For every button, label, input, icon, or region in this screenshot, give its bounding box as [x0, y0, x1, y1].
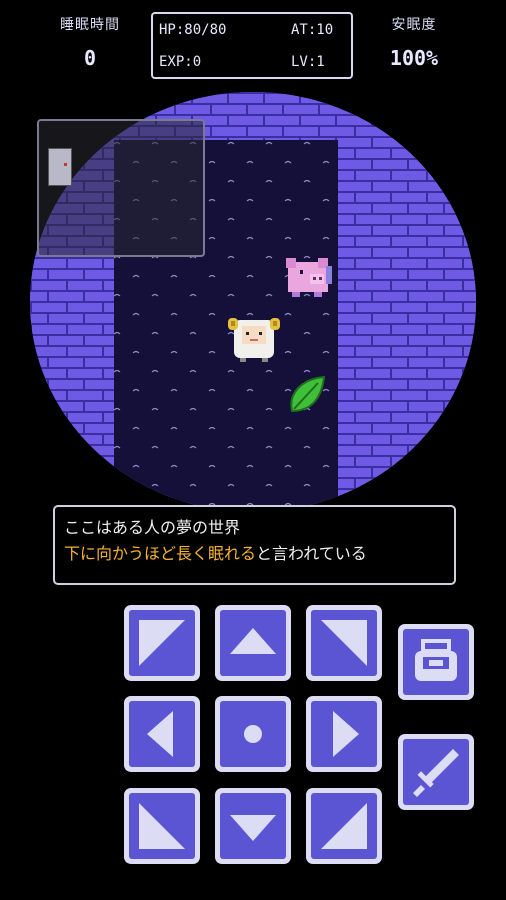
hp-stat: HP:80/80: [159, 22, 227, 38]
minimap: [37, 119, 205, 257]
arrow-up-left-icon: [139, 620, 185, 666]
message-line-2-rest: と言われている: [256, 544, 367, 563]
message-window: ここはある人の夢の世界 下に向かうほど長く眠れると言われている: [53, 505, 456, 585]
sword-icon: [413, 749, 459, 797]
message-highlight: 下に向かうほど長く眠れる: [64, 544, 257, 563]
attack-button[interactable]: [398, 734, 474, 810]
bag-icon: [415, 639, 457, 681]
sleep-time-display: 睡眠時間 0: [48, 14, 132, 70]
comfort-label: 安眠度: [391, 17, 437, 33]
move-up-left-button[interactable]: [124, 605, 200, 681]
sleep-time-label: 睡眠時間: [60, 17, 120, 33]
arrow-up-right-icon: [321, 620, 367, 666]
arrow-down-right-icon: [321, 803, 367, 849]
move-up-button[interactable]: [215, 605, 291, 681]
exp-stat: EXP:0: [159, 54, 202, 70]
comfort-value: 100%: [389, 46, 439, 70]
comfort-display: 安眠度 100%: [376, 14, 452, 70]
arrow-down-left-icon: [139, 803, 185, 849]
minimap-door-icon: [48, 148, 72, 186]
level-stat: LV:1: [291, 54, 325, 70]
arrow-up-icon: [230, 628, 276, 654]
message-line-2: 下に向かうほど長く眠れると言われている: [64, 541, 454, 567]
move-down-right-button[interactable]: [306, 788, 382, 864]
sleep-time-value: 0: [83, 46, 97, 70]
sheep-player-sprite: [228, 318, 280, 362]
move-down-button[interactable]: [215, 788, 291, 864]
arrow-down-icon: [230, 815, 276, 841]
move-right-button[interactable]: [306, 696, 382, 772]
move-down-left-button[interactable]: [124, 788, 200, 864]
message-line-1: ここはある人の夢の世界: [64, 518, 241, 537]
move-up-right-button[interactable]: [306, 605, 382, 681]
arrow-right-icon: [333, 711, 359, 757]
pink-pig-sprite: [286, 258, 332, 297]
player-stats-panel: HP:80/80 AT:10 EXP:0 LV:1: [151, 12, 353, 79]
move-left-button[interactable]: [124, 696, 200, 772]
wait-button[interactable]: [215, 696, 291, 772]
attack-stat: AT:10: [291, 22, 334, 38]
arrow-left-icon: [147, 711, 173, 757]
dot-icon: [244, 725, 262, 743]
inventory-button[interactable]: [398, 624, 474, 700]
